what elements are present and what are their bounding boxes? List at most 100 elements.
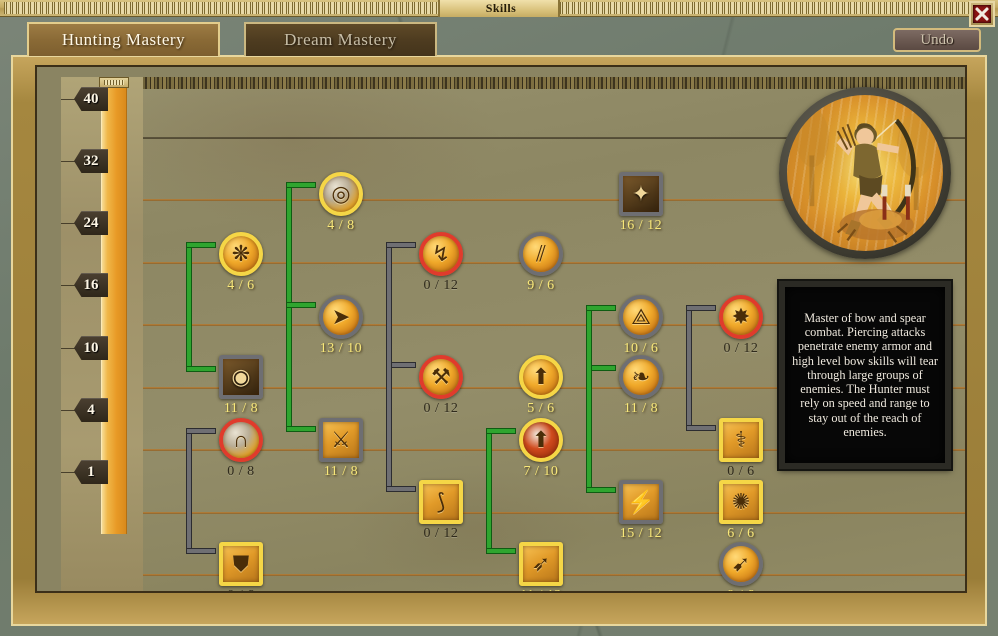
skill-rank-label: 9 / 6 [703,588,779,591]
tab-dream-mastery[interactable]: Dream Mastery [244,22,437,56]
skill-icon: ➶ [519,542,563,586]
skill-glyph-icon: ⬆ [531,364,551,389]
skill-node[interactable]: ⚕ 0 / 6 [719,418,763,479]
undo-button[interactable]: Undo [893,28,981,52]
skill-glyph-icon: ✸ [731,304,751,329]
skill-icon: ⛊ [219,542,263,586]
skill-node[interactable]: ⚡ 15 / 12 [619,480,663,541]
skill-icon: ⟆ [419,480,463,524]
skill-node[interactable]: ✺ 6 / 6 [719,480,763,541]
skill-tree-board: ◎ 4 / 8 ✦ 16 / 12 ❋ 4 / 6 ↯ 0 / 12 ⫽ 9 / 6 ➤ 13 / 1… [143,77,965,591]
skill-rank-label: 7 / 10 [523,464,559,479]
skill-glyph-icon: ∩ [233,427,249,452]
skill-connector-met [487,429,515,553]
skill-icon: ✺ [719,480,763,524]
connector-arm-bottom [187,367,215,371]
connector-vertical [187,243,191,371]
connector-vertical [587,306,591,492]
skill-node[interactable]: ✸ 0 / 12 [719,295,763,356]
connector-arm-top [587,306,615,310]
skill-rank-label: 0 / 8 [227,464,255,479]
connector-arm-top [487,429,515,433]
skill-connector-unmet [687,306,715,430]
connector-vertical [387,243,391,491]
title-plaque: Skills [438,0,560,17]
meander-ornament-left [4,2,438,14]
description-text: Master of bow and spear combat. Piercing… [792,311,938,439]
skill-rank-label: 0 / 12 [423,526,459,541]
skill-icon: ⚒ [419,355,463,399]
close-icon[interactable] [969,1,995,27]
skill-node[interactable]: ∩ 0 / 8 [219,418,263,479]
skill-rank-label: 15 / 12 [619,526,663,541]
description-panel: Master of bow and spear combat. Piercing… [779,281,951,469]
skill-rank-label: 0 / 12 [723,341,759,356]
skill-node[interactable]: ⚔ 11 / 8 [319,418,363,479]
connector-arm-bottom [187,549,215,553]
skill-node[interactable]: ◎ 4 / 8 [319,172,363,233]
skill-icon: ⬆ [519,418,563,462]
skill-glyph-icon: ⫽ [536,241,546,266]
skill-node[interactable]: ➹9 / 6 [719,542,763,591]
skill-node[interactable]: ❋ 4 / 6 [219,232,263,293]
skill-rank-label: 5 / 6 [527,401,555,416]
skill-glyph-icon: ✺ [731,489,751,514]
tab-hunting-mastery[interactable]: Hunting Mastery [27,22,220,56]
skill-glyph-icon: ➤ [331,304,351,329]
skill-connector-unmet [187,429,215,553]
connector-arm-top [187,429,215,433]
connector-arm-top [687,306,715,310]
skill-glyph-icon: ❧ [631,364,651,389]
skill-node[interactable]: ❧ 11 / 8 [619,355,663,416]
skill-node[interactable]: ⟁ 10 / 6 [619,295,663,356]
skill-icon: ➹ [719,542,763,586]
skill-node[interactable]: ✦ 16 / 12 [619,172,663,233]
skill-glyph-icon: ⟆ [436,489,446,514]
skill-icon: ✦ [619,172,663,216]
portrait-image [787,95,943,251]
skill-rank-label: 0 / 12 [423,401,459,416]
skill-glyph-icon: ➹ [731,551,751,576]
skill-icon: ∩ [219,418,263,462]
connector-arm-bottom [487,549,515,553]
skill-node[interactable]: ⛊0 / 6 [219,542,263,591]
skill-icon: ⚔ [319,418,363,462]
skill-node[interactable]: ➶11 / 12 [519,542,563,591]
connector-vertical [487,429,491,553]
skill-icon: ❧ [619,355,663,399]
skill-node[interactable]: ⚒ 0 / 12 [419,355,463,416]
skill-icon: ⚕ [719,418,763,462]
connector-arm-top [287,183,315,187]
skill-icon: ⬆ [519,355,563,399]
skill-icon: ⫽ [519,232,563,276]
skill-node[interactable]: ◉ 11 / 8 [219,355,263,416]
skill-glyph-icon: ✦ [631,181,651,206]
skill-node[interactable]: ⫽ 9 / 6 [519,232,563,293]
skill-node[interactable]: ↯ 0 / 12 [419,232,463,293]
skills-window: Skills Hunting Mastery Dream Mastery Und… [0,0,998,636]
huntress-archer-icon [795,108,935,243]
skill-glyph-icon: ◉ [231,364,251,389]
connector-arm-top [387,243,415,247]
skill-rank-label: 0 / 6 [203,588,279,591]
skill-node[interactable]: ⬆ 5 / 6 [519,355,563,416]
skill-glyph-icon: ➶ [531,551,551,576]
skill-icon: ↯ [419,232,463,276]
skill-glyph-icon: ⚒ [431,364,451,389]
skill-node[interactable]: ⬆ 7 / 10 [519,418,563,479]
skill-panel: 40 32 24 16 10 4 1 ◎ 4 / 8 ✦ 16 / 12 ❋ 4 / 6 ↯ 0 / 12… [11,55,987,626]
skill-rank-label: 4 / 6 [227,278,255,293]
connector-vertical [287,183,291,307]
skill-node[interactable]: ➤ 13 / 10 [319,295,363,356]
skill-glyph-icon: ❋ [231,241,251,266]
connector-arm-bottom [287,303,315,307]
skill-icon: ◉ [219,355,263,399]
skill-panel-frame: 40 32 24 16 10 4 1 ◎ 4 / 8 ✦ 16 / 12 ❋ 4 / 6 ↯ 0 / 12… [35,65,967,593]
skill-rank-label: 9 / 6 [527,278,555,293]
skill-glyph-icon: ⚔ [331,427,351,452]
skill-glyph-icon: ◎ [331,181,351,206]
skill-node[interactable]: ⟆ 0 / 12 [419,480,463,541]
skill-glyph-icon: ⛊ [232,551,250,576]
level-ruler-cap [99,77,129,88]
skill-rank-label: 0 / 6 [727,464,755,479]
